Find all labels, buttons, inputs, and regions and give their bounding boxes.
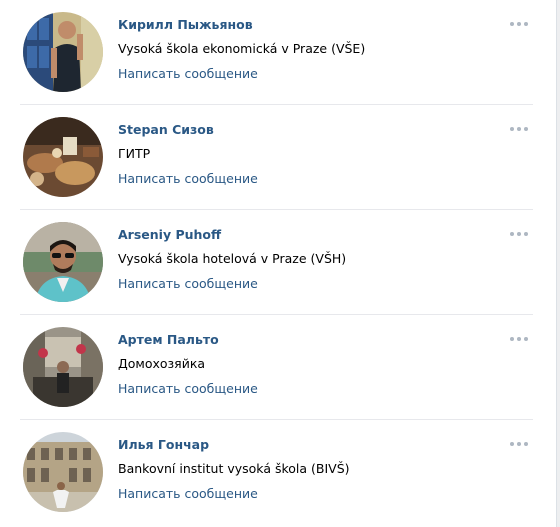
friend-name[interactable]: Arseniy Puhoff: [118, 227, 221, 242]
friend-occupation: Домохозяйка: [118, 356, 206, 371]
friend-name[interactable]: Stepan Сизов: [118, 122, 214, 137]
ellipsis-icon[interactable]: [509, 438, 531, 450]
write-message-link[interactable]: Написать сообщение: [118, 486, 258, 501]
write-message-link[interactable]: Написать сообщение: [118, 171, 258, 186]
avatar[interactable]: [23, 117, 103, 197]
friend-row: Артем Пальто Домохозяйка Написать сообще…: [0, 315, 557, 420]
friend-row: Arseniy Puhoff Vysoká škola hotelová v P…: [0, 210, 557, 315]
friend-name[interactable]: Илья Гончар: [118, 437, 209, 452]
friends-list: Кирилл Пыжьянов Vysoká škola ekonomická …: [0, 0, 557, 527]
friend-university: ГИТР: [118, 146, 151, 161]
friend-university: Vysoká škola hotelová v Praze (VŠH): [118, 251, 347, 266]
friend-row: Кирилл Пыжьянов Vysoká škola ekonomická …: [0, 0, 557, 105]
friend-name[interactable]: Артем Пальто: [118, 332, 219, 347]
friend-university: Bankovní institut vysoká škola (BIVŠ): [118, 461, 350, 476]
ellipsis-icon[interactable]: [509, 18, 531, 30]
friend-row: Stepan Сизов ГИТР Написать сообщение: [0, 105, 557, 210]
avatar[interactable]: [23, 327, 103, 407]
friend-university: Vysoká škola ekonomická v Praze (VŠE): [118, 41, 366, 56]
friend-name[interactable]: Кирилл Пыжьянов: [118, 17, 253, 32]
avatar[interactable]: [23, 12, 103, 92]
ellipsis-icon[interactable]: [509, 228, 531, 240]
ellipsis-icon[interactable]: [509, 333, 531, 345]
avatar[interactable]: [23, 432, 103, 512]
write-message-link[interactable]: Написать сообщение: [118, 276, 258, 291]
friend-row: Илья Гончар Bankovní institut vysoká ško…: [0, 420, 557, 525]
write-message-link[interactable]: Написать сообщение: [118, 66, 258, 81]
write-message-link[interactable]: Написать сообщение: [118, 381, 258, 396]
ellipsis-icon[interactable]: [509, 123, 531, 135]
avatar[interactable]: [23, 222, 103, 302]
